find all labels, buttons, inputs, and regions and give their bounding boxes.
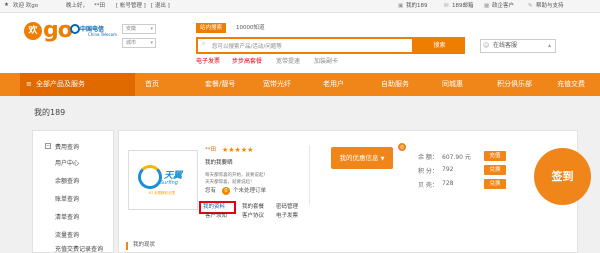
my-status-heading: 我的现状 xyxy=(133,242,156,248)
profile-notice-2: 天天都惊喜，就要说起！ xyxy=(205,180,255,185)
pending-suffix: 个未处理订单 xyxy=(233,188,267,194)
nav-item-self-service[interactable]: 自助服务 xyxy=(381,73,409,96)
chevron-up-icon: ▴ xyxy=(547,42,551,49)
greeting-text: 晚上好， xyxy=(66,3,89,9)
points-label: 积 分： xyxy=(418,168,438,175)
top-bar: ★ 欢迎 欢go 晚上好， **田 [ 帐号管理 ] [ 退出 ] ▣ 我的18… xyxy=(0,0,600,13)
nav-item-old-users[interactable]: 老用户 xyxy=(323,73,344,96)
tab-10000-knowledge[interactable]: 10000知道 xyxy=(232,23,269,33)
menu-item-detail-list[interactable]: 清单查询 xyxy=(55,212,79,221)
surfing-logo-text: Surfing xyxy=(160,180,178,186)
help-link[interactable]: 帮助与支持 xyxy=(536,3,564,10)
all-products-menu[interactable]: ≡ 全部产品及服务 xyxy=(20,73,135,96)
points-redeem-button[interactable]: 兑换 xyxy=(484,165,506,175)
profile-notice: 每天都惊喜的开始，就要说起！ xyxy=(205,173,268,178)
welcome-text: 欢迎 欢go xyxy=(13,3,39,9)
balance-label: 余 额： xyxy=(418,154,438,161)
online-service-label: 在线客服 xyxy=(493,42,518,49)
hot-link-bubugao[interactable]: 步步高套餐 xyxy=(232,58,262,66)
beans-label: 贝 壳： xyxy=(418,182,438,189)
search-input[interactable]: ⌕ 您可以搜索产品/活动/问题等 xyxy=(196,37,414,54)
menu-item-bill[interactable]: 账单查询 xyxy=(55,194,79,203)
menu-item-recharge-history[interactable]: 充值交费记录查询 xyxy=(55,244,103,253)
enterprise-icon: ▦ xyxy=(484,3,490,9)
points-value: 792 xyxy=(442,166,454,173)
pending-count-badge[interactable]: 0 xyxy=(222,187,230,195)
tianyi-tagline: 3G 无限精彩无限 xyxy=(148,191,176,195)
nav-item-recharge[interactable]: 充值交费 xyxy=(557,73,585,96)
section-marker xyxy=(126,242,128,250)
search-placeholder: 您可以搜索产品/活动/问题等 xyxy=(212,44,282,50)
headset-icon: ☺ xyxy=(483,42,490,49)
search-icon: ⌕ xyxy=(202,41,206,47)
telecom-subtitle: China Telecom xyxy=(88,32,118,37)
signin-button[interactable]: 签到 xyxy=(534,148,591,205)
help-icon: ✎ xyxy=(528,3,533,9)
user-icon: ▣ xyxy=(398,3,404,9)
logo-huan-icon[interactable]: 欢 xyxy=(24,22,42,40)
menu-item-user-center[interactable]: 用户中心 xyxy=(55,158,79,167)
city-select[interactable]: 城市 xyxy=(122,38,156,48)
recharge-button[interactable]: 充值 xyxy=(484,151,506,161)
menu-item-balance[interactable]: 余额查询 xyxy=(55,176,79,185)
chevron-down-icon: ▼ xyxy=(380,156,385,162)
beans-redeem-button[interactable]: 兑换 xyxy=(484,179,506,189)
province-select[interactable]: 安徽 xyxy=(122,24,156,34)
beans-value: 728 xyxy=(442,180,454,187)
hot-link-secondary-card[interactable]: 加装副卡 xyxy=(314,58,338,66)
e-invoice-link[interactable]: 电子发票 xyxy=(276,213,298,220)
main-nav: ≡ 全部产品及服务 首页 套餐/靓号 宽带光纤 老用户 自助服务 同城惠 积分俱… xyxy=(0,73,600,96)
collapse-icon[interactable]: − xyxy=(45,143,51,149)
hot-link-invoice[interactable]: 电子发票 xyxy=(196,58,220,66)
my-offers-label: 我的优惠信息 xyxy=(339,154,379,162)
tab-site-search[interactable]: 站内搜索 xyxy=(196,23,227,33)
mail-link[interactable]: 189邮箱 xyxy=(452,3,474,10)
menu-icon: ≡ xyxy=(26,80,32,88)
logo-go-text[interactable]: go xyxy=(43,18,73,43)
customer-agreement-link[interactable]: 客户协议 xyxy=(242,213,264,220)
my189-link[interactable]: 我的189 xyxy=(406,3,428,10)
left-menu: − 费用查询 用户中心 余额查询 账单查询 清单查询 流量查询 充值交费记录查询 xyxy=(32,130,114,253)
nav-item-local-deals[interactable]: 同城惠 xyxy=(442,73,463,96)
nav-item-points-club[interactable]: 积分俱乐部 xyxy=(497,73,532,96)
nav-item-home[interactable]: 首页 xyxy=(145,73,159,96)
enterprise-link[interactable]: 政企客户 xyxy=(492,3,514,10)
my-profile-link[interactable]: 我的资料 xyxy=(203,204,225,211)
my-package-link[interactable]: 我的套餐 xyxy=(242,204,264,211)
menu-group-fee-query[interactable]: 费用查询 xyxy=(55,142,79,151)
all-products-label: 全部产品及服务 xyxy=(36,80,85,88)
nav-item-packages[interactable]: 套餐/靓号 xyxy=(205,73,235,96)
username: **田 xyxy=(94,3,106,9)
favorite-star-icon[interactable]: ★ xyxy=(4,2,9,9)
offers-count-badge: 0 xyxy=(397,142,407,152)
my-welfare-label: 我的我要晒 xyxy=(205,160,233,166)
tianyi-ring-icon xyxy=(138,165,162,189)
my-offers-button[interactable]: 我的优惠信息 ▼ xyxy=(331,147,393,169)
logout-link[interactable]: [ 退出 ] xyxy=(151,3,170,10)
my-welfare-link[interactable]: 我的我要晒 xyxy=(205,160,233,167)
rating-stars-icon: ★★★★★ xyxy=(222,146,254,154)
customer-notice-link[interactable]: 客户须知 xyxy=(205,213,227,220)
account-mgmt-link[interactable]: [ 帐号管理 ] xyxy=(116,3,146,10)
telecom-logo-icon xyxy=(70,24,80,34)
online-service-button[interactable]: ☺ 在线客服 ▴ xyxy=(480,39,556,53)
balance-value: 607.90 元 xyxy=(442,154,471,161)
page-title: 我的189 xyxy=(34,108,66,117)
mail-icon: ✉ xyxy=(444,3,449,9)
password-mgmt-link[interactable]: 密码管理 xyxy=(276,204,298,211)
divider xyxy=(309,145,310,205)
profile-name: **田 xyxy=(205,147,217,153)
pending-prefix: 您有 xyxy=(205,188,217,194)
search-button[interactable]: 搜索 xyxy=(414,37,465,54)
menu-item-traffic[interactable]: 流量查询 xyxy=(55,230,79,239)
hot-link-broadband[interactable]: 宽带提速 xyxy=(276,58,300,66)
nav-item-broadband[interactable]: 宽带光纤 xyxy=(263,73,291,96)
